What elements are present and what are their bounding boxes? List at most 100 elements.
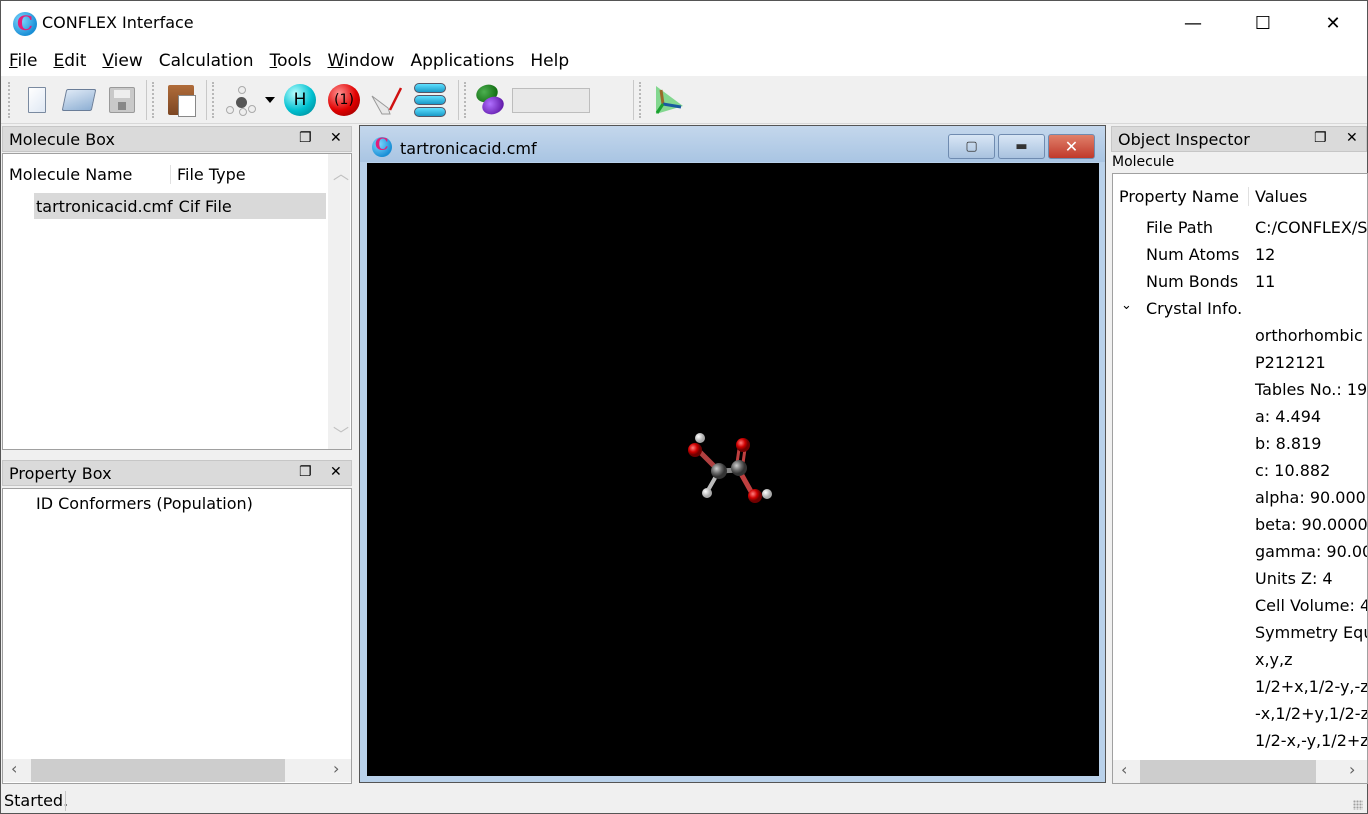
minimize-icon: — <box>1184 13 1202 34</box>
toolbar-separator <box>206 80 207 120</box>
scroll-down-icon[interactable]: ﹀ <box>333 421 349 445</box>
maximize-button[interactable]: ☐ <box>1228 1 1298 46</box>
crystal-info-value: P212121 <box>1255 353 1326 372</box>
3d-viewport[interactable] <box>367 163 1099 776</box>
layers-button[interactable] <box>414 83 446 117</box>
scroll-right-icon[interactable]: › <box>333 759 339 778</box>
close-button[interactable]: ✕ <box>1048 134 1095 159</box>
toolbar-separator <box>146 80 147 120</box>
molecule-view-titlebar[interactable]: tartronicacid.cmf ▢ ▬ ✕ <box>360 126 1105 162</box>
property-name: Num Bonds <box>1146 272 1239 291</box>
expand-chevron-icon[interactable]: ⌄ <box>1121 298 1132 313</box>
toolbar-grip[interactable] <box>152 82 156 118</box>
hydrogen-atom <box>695 433 705 443</box>
menu-window[interactable]: Window <box>327 51 394 71</box>
title-bar: CONFLEX Interface — ☐ ✕ <box>1 1 1367 46</box>
hydrogen-atom <box>762 489 772 499</box>
menu-calculation[interactable]: Calculation <box>159 51 254 71</box>
close-icon[interactable]: ✕ <box>330 464 342 480</box>
menu-tools[interactable]: Tools <box>270 51 312 71</box>
toolbar: H (1) <box>1 76 1367 124</box>
menu-applications[interactable]: Applications <box>411 51 515 71</box>
window-title: CONFLEX Interface <box>42 13 194 32</box>
resize-grip-icon[interactable] <box>1353 800 1363 810</box>
molecule-box-vscrollbar[interactable]: ︿ ﹀ <box>328 154 350 449</box>
molecule-box-titlebar[interactable]: Molecule Box ❐ ✕ <box>2 126 352 152</box>
conflex-app-icon <box>13 11 37 36</box>
restore-button[interactable]: ▢ <box>948 134 995 159</box>
close-icon[interactable]: ✕ <box>330 130 342 146</box>
molecule-builder-dropdown[interactable] <box>265 97 275 103</box>
close-button[interactable]: ✕ <box>1298 1 1368 46</box>
toolbar-grip[interactable] <box>212 82 216 118</box>
toolbar-value-field[interactable] <box>512 88 590 113</box>
molecule-builder-button[interactable] <box>225 84 257 116</box>
menu-help[interactable]: Help <box>530 51 569 71</box>
menu-view[interactable]: View <box>102 51 142 71</box>
molecule-builder-icon <box>225 84 257 116</box>
measure-button[interactable] <box>370 84 402 116</box>
crystal-info-value: beta: 90.00000 <box>1255 515 1368 534</box>
minimize-button[interactable]: — <box>1158 1 1228 46</box>
property-name: Num Atoms <box>1146 245 1240 264</box>
scrollbar-thumb[interactable] <box>1140 760 1316 783</box>
object-inspector-header: Property Name Values <box>1113 178 1367 214</box>
conflex-doc-icon <box>372 135 392 157</box>
molecule-render <box>688 433 772 503</box>
status-separator <box>65 791 66 811</box>
menu-edit[interactable]: Edit <box>53 51 86 71</box>
close-icon[interactable]: ✕ <box>1346 130 1358 146</box>
property-item[interactable]: ID Conformers (Population) <box>36 494 253 513</box>
scroll-left-icon[interactable]: ‹ <box>11 759 17 778</box>
object-inspector-panel: Property Name Values File Path C:/CONFLE… <box>1112 173 1368 784</box>
toolbar-grip[interactable] <box>8 82 12 118</box>
toolbar-separator <box>633 80 634 120</box>
toolbar-grip[interactable] <box>464 82 468 118</box>
add-hydrogen-button[interactable]: H <box>284 84 316 116</box>
property-box-titlebar[interactable]: Property Box ❐ ✕ <box>2 460 352 486</box>
column-header-file-type[interactable]: File Type <box>171 165 246 184</box>
column-header-molecule-name[interactable]: Molecule Name <box>3 164 171 184</box>
column-header-values[interactable]: Values <box>1249 187 1307 206</box>
carbon-atom <box>731 460 747 476</box>
crystal-info-label[interactable]: Crystal Info. <box>1146 299 1242 318</box>
crystal-info-value: Symmetry Equ <box>1255 623 1368 642</box>
menu-file[interactable]: File <box>9 51 37 71</box>
molecule-view-title: tartronicacid.cmf <box>400 139 537 158</box>
import-button[interactable] <box>165 84 197 117</box>
save-button[interactable] <box>106 84 138 116</box>
property-box-title: Property Box <box>9 463 112 483</box>
object-inspector-hscrollbar[interactable]: ‹ › <box>1113 760 1367 783</box>
molecule-row[interactable]: tartronicacid.cmf Cif File <box>34 193 326 219</box>
property-value: 11 <box>1255 272 1276 291</box>
scroll-up-icon[interactable]: ︿ <box>333 160 349 184</box>
property-box-panel: ID Conformers (Population) ‹ › <box>2 488 352 784</box>
save-floppy-icon <box>109 87 135 113</box>
object-inspector-titlebar[interactable]: Object Inspector ❐ ✕ <box>1111 126 1367 152</box>
float-icon[interactable]: ❐ <box>299 130 312 146</box>
hydrogen-atom <box>702 488 712 498</box>
minimize-button[interactable]: ▬ <box>998 134 1045 159</box>
atom-number-icon: (1) <box>328 84 360 116</box>
atom-number-button[interactable]: (1) <box>328 84 360 116</box>
float-icon[interactable]: ❐ <box>299 464 312 480</box>
float-icon[interactable]: ❐ <box>1314 130 1327 146</box>
column-header-property-name[interactable]: Property Name <box>1113 186 1249 206</box>
scrollbar-thumb[interactable] <box>31 759 285 782</box>
new-button[interactable] <box>21 84 53 116</box>
crystal-info-value: a: 4.494 <box>1255 407 1322 426</box>
measure-icon <box>371 87 402 115</box>
scroll-right-icon[interactable]: › <box>1349 760 1355 779</box>
property-box-hscrollbar[interactable]: ‹ › <box>3 759 351 782</box>
open-button[interactable] <box>61 84 97 116</box>
property-value: C:/CONFLEX/S <box>1255 218 1368 237</box>
orbital-button[interactable] <box>473 81 507 118</box>
crystal-info-value: alpha: 90.0000 <box>1255 488 1368 507</box>
molecule-name: tartronicacid.cmf <box>36 196 173 216</box>
crystal-axes-button[interactable] <box>652 84 684 116</box>
crystal-info-value: Units Z: 4 <box>1255 569 1333 588</box>
object-inspector-subtitle: Molecule <box>1112 154 1175 170</box>
restore-icon: ▢ <box>965 139 978 154</box>
scroll-left-icon[interactable]: ‹ <box>1121 760 1127 779</box>
toolbar-grip[interactable] <box>639 82 643 118</box>
